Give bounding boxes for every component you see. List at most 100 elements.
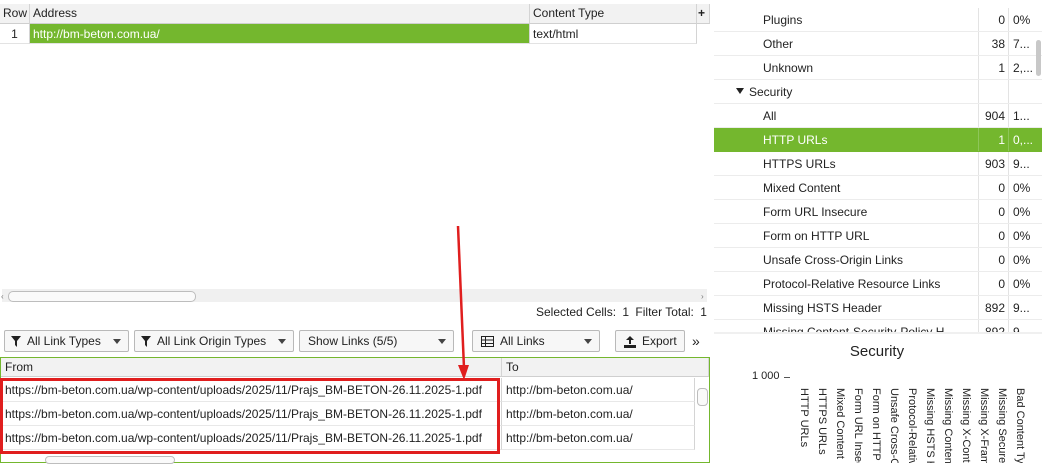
expand-triangle-icon[interactable] xyxy=(736,88,744,94)
filter-icon xyxy=(11,336,21,348)
column-header-from[interactable]: From xyxy=(1,358,502,377)
overview-row-count: 0 xyxy=(978,272,1008,295)
link-origin-types-dropdown[interactable]: All Link Origin Types xyxy=(134,330,294,352)
overview-group-label: Security xyxy=(749,85,793,99)
x-axis-category-label: Protocol-Relative Resource Links xyxy=(906,388,917,463)
chart-title: Security xyxy=(849,343,905,360)
scroll-left-arrow-icon[interactable]: ‹ xyxy=(1,292,4,301)
overview-group-security[interactable]: Security xyxy=(714,80,1042,104)
chevron-down-icon xyxy=(584,339,592,344)
overview-row-percent: 0,... xyxy=(1008,128,1042,151)
overview-row-http-urls[interactable]: HTTP URLs 1 0,... xyxy=(714,128,1042,152)
overview-scroll-thumb[interactable] xyxy=(1036,40,1041,76)
column-header-to[interactable]: To xyxy=(502,358,709,377)
annotation-arrow-icon xyxy=(456,225,469,380)
add-column-button[interactable]: + xyxy=(697,4,710,24)
x-axis-category-label: HTTP URLs xyxy=(798,388,809,448)
overview-row-count: 892 xyxy=(978,296,1008,319)
overview-row-percent: 0% xyxy=(1008,200,1042,223)
x-axis-category-label: Form URL Insecure xyxy=(852,388,863,463)
x-axis-category-label: Form on HTTP URL xyxy=(870,388,881,463)
annotation-highlight-box xyxy=(0,378,500,454)
overview-row-percent: 9... xyxy=(1008,296,1042,319)
overview-row-protocol-relative[interactable]: Protocol-Relative Resource Links 0 0% xyxy=(714,272,1042,296)
filter-icon xyxy=(141,336,151,348)
overview-row-count: 38 xyxy=(978,32,1008,55)
overview-row-https-urls[interactable]: HTTPS URLs 903 9... xyxy=(714,152,1042,176)
chevron-down-icon xyxy=(278,339,286,344)
overview-row-label: HTTP URLs xyxy=(763,133,828,147)
address-cell[interactable]: http://bm-beton.com.ua/ xyxy=(30,24,530,44)
link-types-dropdown[interactable]: All Link Types xyxy=(4,330,129,352)
all-links-dropdown[interactable]: All Links xyxy=(472,330,600,352)
overview-row-label: Form on HTTP URL xyxy=(763,229,870,243)
column-header-address[interactable]: Address xyxy=(30,4,530,24)
overview-row-percent: 1... xyxy=(1008,104,1042,127)
show-links-dropdown[interactable]: Show Links (5/5) xyxy=(299,330,454,352)
overview-row-missing-hsts[interactable]: Missing HSTS Header 892 9... xyxy=(714,296,1042,320)
to-cell[interactable]: http://bm-beton.com.ua/ xyxy=(502,426,695,450)
overview-row-count: 1 xyxy=(978,128,1008,151)
table-icon xyxy=(481,336,494,348)
overview-panel: Plugins 0 0% Other 38 7... Unknown 1 2,.… xyxy=(714,0,1042,332)
chevron-down-icon xyxy=(113,339,121,344)
more-tabs-button[interactable]: » xyxy=(692,331,700,351)
y-axis-tick xyxy=(784,377,790,378)
overview-row-missing-csp[interactable]: Missing Content-Security-Policy H... 892… xyxy=(714,320,1042,332)
overview-row-count: 0 xyxy=(978,248,1008,271)
filter-total-value: 1 xyxy=(700,305,707,319)
column-header-content-type[interactable]: Content Type xyxy=(530,4,697,24)
overview-row-label: Missing Content-Security-Policy H... xyxy=(763,325,955,332)
overview-row-count: 904 xyxy=(978,104,1008,127)
overview-row-percent: 0% xyxy=(1008,248,1042,271)
row-number: 1 xyxy=(0,24,30,44)
overview-row-label: Mixed Content xyxy=(763,181,841,195)
x-axis-category-label: Bad Content Type xyxy=(1014,388,1025,463)
export-button[interactable]: Export xyxy=(615,330,685,352)
bottom-vertical-scroll-thumb[interactable] xyxy=(697,388,708,406)
overview-row-unknown[interactable]: Unknown 1 2,... xyxy=(714,56,1042,80)
overview-row-label: Unknown xyxy=(763,61,814,75)
overview-row-percent: 9... xyxy=(1008,152,1042,175)
overview-row-other[interactable]: Other 38 7... xyxy=(714,32,1042,56)
show-links-label: Show Links (5/5) xyxy=(308,334,398,348)
overview-row-label: Protocol-Relative Resource Links xyxy=(763,277,941,291)
scroll-right-arrow-icon[interactable]: › xyxy=(701,292,704,301)
overview-row-plugins[interactable]: Plugins 0 0% xyxy=(714,8,1042,32)
overview-row-label: Plugins xyxy=(763,13,803,27)
overview-row-label: Form URL Insecure xyxy=(763,205,868,219)
overview-row-percent: 9... xyxy=(1008,320,1042,332)
x-axis-category-label: Missing X-Frame-Options xyxy=(978,388,989,463)
to-cell[interactable]: http://bm-beton.com.ua/ xyxy=(502,402,695,426)
overview-row-count: 0 xyxy=(978,224,1008,247)
overview-row-form-on-http-url[interactable]: Form on HTTP URL 0 0% xyxy=(714,224,1042,248)
selected-cells-label: Selected Cells: xyxy=(536,305,617,319)
to-cell[interactable]: http://bm-beton.com.ua/ xyxy=(502,378,695,402)
overview-row-count: 0 xyxy=(978,8,1008,31)
export-label: Export xyxy=(642,334,677,348)
column-header-row[interactable]: Row xyxy=(0,4,30,24)
overview-row-percent: 0% xyxy=(1008,272,1042,295)
x-axis-category-label: Unsafe Cross-Origin Links xyxy=(888,388,899,463)
export-icon xyxy=(624,335,636,348)
overview-row-unsafe-cross-origin[interactable]: Unsafe Cross-Origin Links 0 0% xyxy=(714,248,1042,272)
x-axis-category-label: Missing HSTS Header xyxy=(924,388,935,463)
x-axis-category-label: HTTPS URLs xyxy=(816,388,827,455)
x-axis-category-label: Missing Content-Security-Policy xyxy=(942,388,953,463)
overview-row-count xyxy=(978,80,1008,103)
overview-row-form-url-insecure[interactable]: Form URL Insecure 0 0% xyxy=(714,200,1042,224)
overview-row-all[interactable]: All 904 1... xyxy=(714,104,1042,128)
status-bar: Selected Cells: 1 Filter Total: 1 xyxy=(536,304,707,320)
x-axis-category-label: Missing Secure Referrer-Policy xyxy=(996,388,1007,463)
overview-row-percent: 0% xyxy=(1008,8,1042,31)
overview-row-percent: 0% xyxy=(1008,176,1042,199)
y-axis-tick-label: 1 000 xyxy=(752,370,780,382)
overview-row-label: Missing HSTS Header xyxy=(763,301,882,315)
overview-row-mixed-content[interactable]: Mixed Content 0 0% xyxy=(714,176,1042,200)
top-scroll-thumb[interactable] xyxy=(8,291,196,302)
overview-row-count: 892 xyxy=(978,320,1008,332)
link-types-label: All Link Types xyxy=(27,334,101,348)
content-type-cell[interactable]: text/html xyxy=(530,24,697,44)
link-origin-types-label: All Link Origin Types xyxy=(157,334,267,348)
overview-row-count: 0 xyxy=(978,200,1008,223)
